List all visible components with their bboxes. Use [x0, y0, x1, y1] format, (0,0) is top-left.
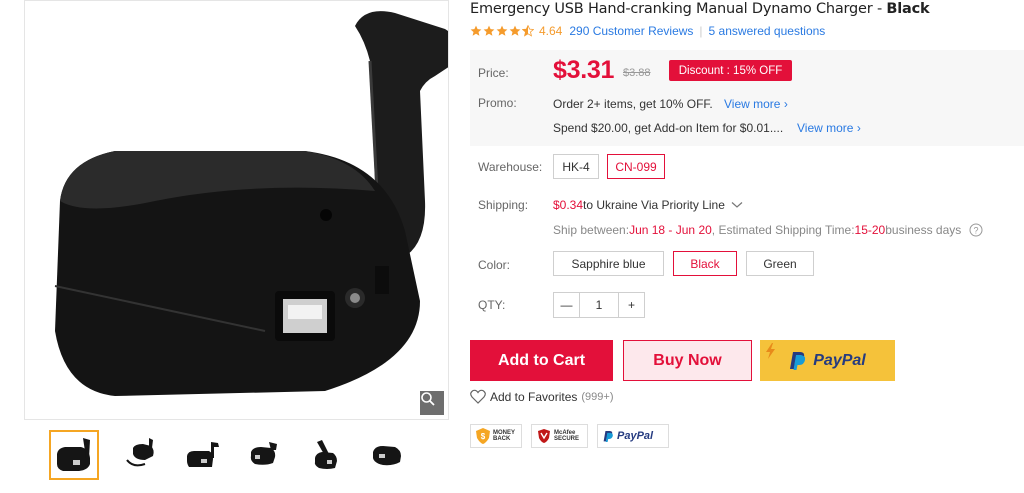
- color-option-black[interactable]: Black: [673, 251, 737, 276]
- thumbnail-image: [250, 442, 277, 465]
- shipping-cost: $0.34: [553, 198, 584, 212]
- mcafee-shield-icon: [538, 429, 550, 443]
- color-option-green[interactable]: Green: [746, 251, 814, 276]
- price-panel: Price: $3.31 $3.88 Discount : 15% OFF Pr…: [470, 50, 1024, 146]
- paypal-badge-label: PayPal: [617, 430, 654, 442]
- thumbnail-image: [57, 438, 90, 471]
- shipping-method: to Ukraine Via Priority Line: [583, 198, 725, 212]
- ship-between-row: Ship between: Jun 18 - Jun 20, Estimated…: [553, 223, 983, 237]
- view-more-label: View more: [724, 97, 781, 111]
- est-shipping-unit: business days: [885, 223, 962, 237]
- warehouse-label: Warehouse:: [478, 160, 543, 174]
- promo-view-more-2[interactable]: View more ›: [797, 121, 861, 135]
- product-title: Emergency USB Hand-cranking Manual Dynam…: [470, 1, 930, 17]
- qty-label: QTY:: [478, 298, 506, 312]
- shipping-label: Shipping:: [478, 198, 529, 212]
- warehouse-option-hk4[interactable]: HK-4: [553, 154, 599, 179]
- est-shipping-time: 15-20: [854, 223, 886, 237]
- mcafee-line-2: SECURE: [554, 436, 580, 442]
- qty-decrease-button[interactable]: —: [554, 293, 580, 317]
- qty-input[interactable]: 1: [580, 293, 618, 317]
- thumbnail-image: [314, 440, 337, 469]
- magnifier-icon: [421, 392, 435, 406]
- shield-icon: $: [476, 428, 490, 444]
- thumbnail-6[interactable]: [363, 430, 413, 480]
- divider: |: [699, 24, 703, 38]
- paypal-logo-icon: [790, 351, 806, 370]
- mcafee-text: McAfee SECURE: [554, 430, 579, 442]
- quantity-stepper: — 1 +: [553, 292, 645, 318]
- paypal-badge: PayPal: [597, 424, 669, 448]
- chevron-down-icon: [731, 202, 743, 208]
- svg-text:$: $: [481, 432, 486, 441]
- color-label: Color:: [478, 258, 511, 272]
- chevron-right-icon: ›: [783, 97, 788, 111]
- product-title-text: Emergency USB Hand-cranking Manual Dynam…: [470, 1, 887, 17]
- qty-increase-button[interactable]: +: [618, 293, 644, 317]
- favorites-count: (999+): [581, 390, 614, 403]
- thumbnail-3[interactable]: [177, 430, 227, 480]
- star-full-icon: [496, 25, 508, 36]
- paypal-button[interactable]: PayPal: [760, 340, 895, 381]
- view-more-label: View more: [797, 121, 854, 135]
- dynamo-charger-image: [54, 11, 448, 396]
- ship-between-dates: Jun 18 - Jun 20: [629, 223, 712, 237]
- product-main-image[interactable]: [24, 0, 449, 420]
- mcafee-badge: McAfee SECURE: [531, 424, 588, 448]
- money-back-badge: $ MONEY BACK: [470, 424, 522, 448]
- add-to-favorites[interactable]: Add to Favorites (999+): [470, 389, 613, 404]
- rating-value: 4.64: [539, 24, 563, 38]
- paypal-logo-icon: [603, 430, 613, 442]
- thumbnail-5[interactable]: [301, 430, 351, 480]
- zoom-button[interactable]: [420, 391, 444, 415]
- price-label: Price:: [478, 66, 509, 80]
- est-shipping-label: , Estimated Shipping Time:: [711, 223, 855, 237]
- original-price: $3.88: [623, 67, 651, 79]
- help-icon[interactable]: ?: [969, 223, 983, 237]
- promo-label: Promo:: [478, 96, 517, 110]
- chevron-right-icon: ›: [856, 121, 861, 135]
- star-rating: [470, 25, 534, 37]
- thumbnail-image: [187, 442, 219, 467]
- money-back-text: MONEY BACK: [493, 430, 515, 442]
- thumbnail-4[interactable]: [239, 430, 289, 480]
- thumbnail-image: [373, 446, 401, 466]
- rating-row: 4.64 290 Customer Reviews | 5 answered q…: [470, 24, 825, 38]
- star-full-icon: [470, 25, 482, 36]
- current-price: $3.31: [553, 56, 615, 84]
- paypal-label: PayPal: [813, 351, 866, 369]
- shipping-method-select[interactable]: $0.34 to Ukraine Via Priority Line: [553, 198, 743, 212]
- promo-line-1: Order 2+ items, get 10% OFF.: [553, 97, 713, 111]
- add-to-cart-button[interactable]: Add to Cart: [470, 340, 613, 381]
- color-option-sapphire-blue[interactable]: Sapphire blue: [553, 251, 664, 276]
- svg-text:?: ?: [974, 226, 979, 236]
- reviews-link[interactable]: 290 Customer Reviews: [569, 24, 693, 38]
- promo-view-more-1[interactable]: View more ›: [724, 97, 788, 111]
- ship-between-label: Ship between:: [553, 223, 630, 237]
- discount-badge: Discount : 15% OFF: [669, 60, 792, 81]
- star-full-icon: [483, 25, 495, 36]
- thumbnail-image: [126, 438, 154, 467]
- lightning-icon: [766, 343, 775, 359]
- heart-icon: [470, 389, 486, 404]
- money-back-line-2: BACK: [493, 436, 511, 442]
- questions-link[interactable]: 5 answered questions: [709, 24, 826, 38]
- warehouse-option-cn099[interactable]: CN-099: [607, 154, 665, 179]
- promo-line-2: Spend $20.00, get Add-on Item for $0.01.…: [553, 121, 784, 135]
- star-full-icon: [509, 25, 521, 36]
- star-half-icon: [522, 25, 534, 37]
- favorites-label: Add to Favorites: [490, 389, 578, 404]
- product-variant: Black: [886, 1, 930, 17]
- buy-now-button[interactable]: Buy Now: [623, 340, 752, 381]
- thumbnail-1[interactable]: [49, 430, 99, 480]
- thumbnail-2[interactable]: [115, 430, 165, 480]
